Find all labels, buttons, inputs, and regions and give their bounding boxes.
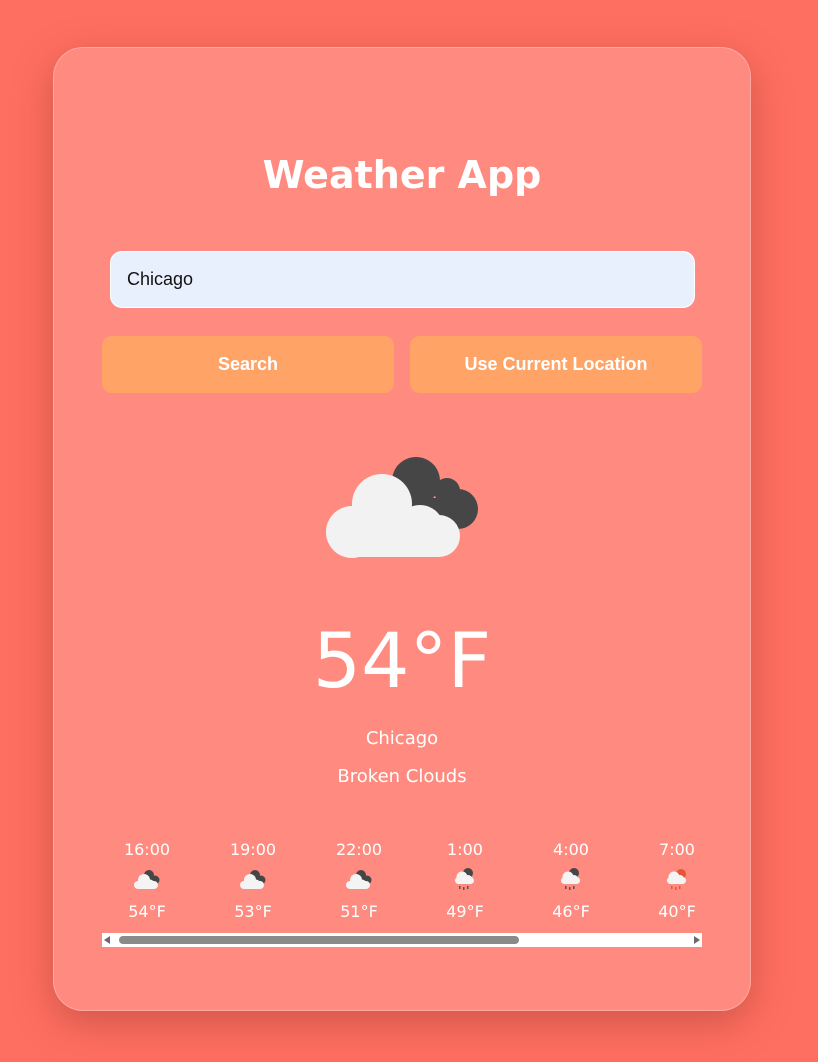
weather-description: Broken Clouds (337, 766, 467, 787)
scroll-right-arrow-icon[interactable] (694, 936, 700, 944)
city-search-input[interactable] (110, 251, 695, 308)
scroll-left-arrow-icon[interactable] (104, 936, 110, 944)
forecast-temp: 40°F (658, 902, 696, 921)
broken-clouds-icon (324, 453, 484, 563)
forecast-time: 22:00 (335, 840, 383, 859)
forecast-item: 22:00 51°F (306, 838, 412, 924)
forecast-time: 19:00 (229, 840, 277, 859)
forecast-item: 19:00 53°F (200, 838, 306, 924)
forecast-time: 7:00 (659, 840, 695, 859)
forecast-item: 16:00 54°F (102, 838, 200, 924)
weather-card: Weather App Search Use Current Location … (53, 47, 751, 1011)
forecast-time: 1:00 (447, 840, 483, 859)
forecast-item: 1:00 49°F (412, 838, 518, 924)
broken-clouds-icon (306, 862, 412, 896)
hourly-forecast[interactable]: 16:00 54°F 19:00 53°F 22:00 51°F 1:00 49… (102, 838, 702, 934)
forecast-item: 7:00 40°F (624, 838, 702, 924)
current-temperature: 54°F (312, 616, 492, 705)
forecast-time: 4:00 (553, 840, 589, 859)
forecast-scrollbar[interactable] (102, 933, 702, 947)
forecast-temp: 53°F (234, 902, 272, 921)
forecast-temp: 51°F (340, 902, 378, 921)
search-button[interactable]: Search (102, 336, 394, 393)
broken-clouds-icon (102, 862, 200, 896)
forecast-temp: 54°F (128, 902, 166, 921)
forecast-temp: 49°F (446, 902, 484, 921)
rain-cloud-icon (412, 862, 518, 896)
app-title: Weather App (262, 153, 542, 197)
city-name: Chicago (365, 728, 439, 749)
forecast-item: 4:00 46°F (518, 838, 624, 924)
forecast-temp: 46°F (552, 902, 590, 921)
rain-cloud-sun-icon (624, 862, 702, 896)
rain-cloud-icon (518, 862, 624, 896)
broken-clouds-icon (200, 862, 306, 896)
use-current-location-button[interactable]: Use Current Location (410, 336, 702, 393)
forecast-time: 16:00 (123, 840, 171, 859)
scrollbar-thumb[interactable] (119, 936, 519, 944)
